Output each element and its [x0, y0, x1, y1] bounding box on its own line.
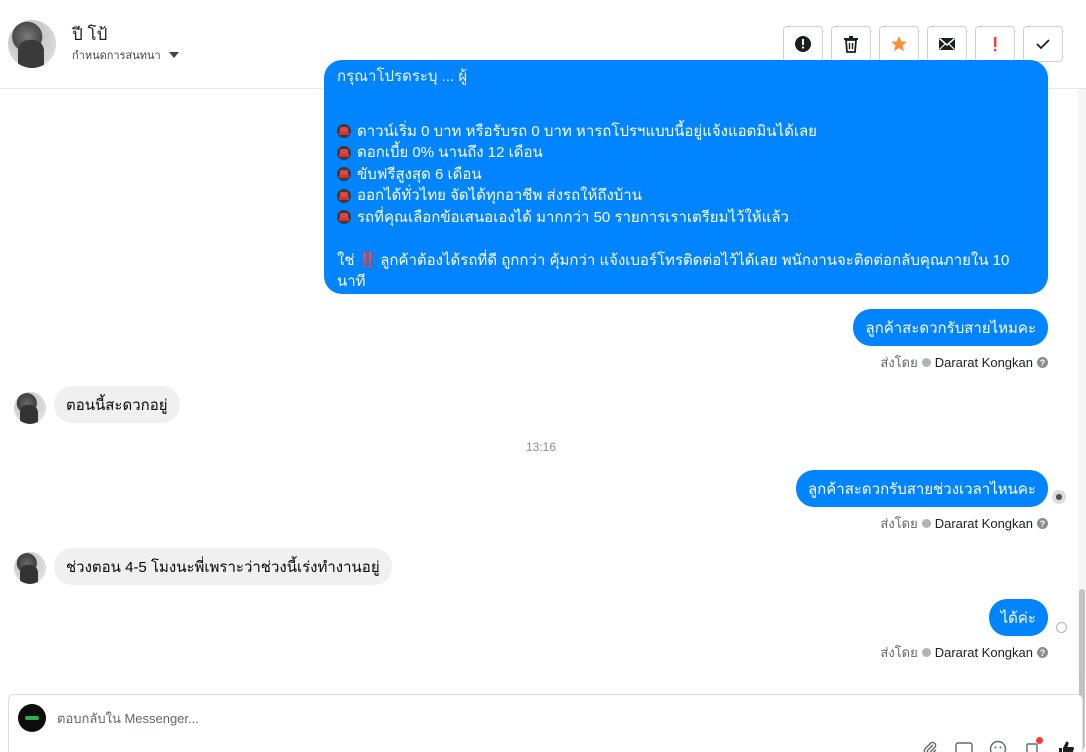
check-icon	[1036, 39, 1050, 50]
assign-conversation-dropdown[interactable]: กำหนดการสนทนา	[72, 46, 179, 64]
double-exclamation-icon: ‼️	[358, 251, 378, 269]
star-icon	[891, 36, 907, 52]
paperclip-icon[interactable]	[920, 739, 940, 752]
sent-status-icon	[1056, 622, 1067, 633]
notification-dot	[1036, 737, 1043, 744]
outgoing-message[interactable]: ลูกค้าสะดวกรับสายช่วงเวลาไหนคะ	[795, 470, 1048, 507]
contact-name[interactable]: ปี โป้	[72, 21, 107, 48]
verified-icon	[921, 519, 931, 528]
incoming-message[interactable]: ช่วงตอน 4-5 โมงนะพี่เพราะว่าช่วงนี้เร่งท…	[54, 548, 392, 585]
message-scrollbar[interactable]	[1078, 89, 1086, 749]
help-icon[interactable]: ?	[1037, 357, 1048, 368]
composer-actions	[920, 737, 1076, 752]
seen-avatar	[1052, 490, 1066, 504]
promo-bullet: ขับฟรีสูงสุด 6 เดือน	[337, 164, 1034, 186]
sent-by-info: ส่งโดย Dararat Kongkan ?	[880, 642, 1048, 663]
reply-input[interactable]	[57, 708, 857, 728]
promo-bullet: ออกได้ทั่วไทย จัดได้ทุกอาชีพ ส่งรถให้ถึง…	[337, 185, 1034, 207]
contact-avatar-small[interactable]	[14, 552, 46, 584]
promo-closing: ใช่ ‼️ ลูกค้าต้องได้รถที่ดี ถูกกว่า คุ้มกว…	[337, 250, 1034, 272]
sent-by-info: ส่งโดย Dararat Kongkan ?	[880, 513, 1048, 534]
sender-name[interactable]: Dararat Kongkan	[935, 355, 1033, 370]
message-timestamp: 13:16	[525, 440, 557, 454]
caret-down-icon	[168, 52, 179, 58]
alert-circle-icon	[795, 36, 811, 52]
car-icon	[337, 167, 351, 182]
car-icon	[337, 188, 351, 203]
car-icon	[337, 124, 351, 139]
outgoing-message[interactable]: ได้ค่ะ	[988, 599, 1048, 636]
verified-icon	[921, 358, 931, 367]
help-icon[interactable]: ?	[1037, 647, 1048, 658]
saved-reply-icon[interactable]	[1022, 737, 1043, 752]
emoji-icon[interactable]	[988, 739, 1008, 752]
promo-bullet: ดอกเบี้ย 0% นานถึง 12 เดือน	[337, 142, 1034, 164]
help-icon[interactable]: ?	[1037, 518, 1048, 529]
outgoing-message-promo[interactable]: กรุณาโปรดระบุ ... ผู้ ดาวน์เริ่ม 0 บาท ห…	[324, 60, 1048, 294]
car-icon	[337, 210, 351, 225]
contact-avatar-small[interactable]	[14, 392, 46, 424]
incoming-message[interactable]: ตอนนี้สะดวกอยู่	[54, 386, 180, 423]
mark-done-button[interactable]	[1023, 26, 1063, 62]
contact-avatar[interactable]	[8, 20, 56, 68]
reply-composer	[8, 694, 1083, 752]
car-icon	[337, 145, 351, 160]
promo-bullet: ดาวน์เริ่ม 0 บาท หรือรับรถ 0 บาท หารถโปร…	[337, 121, 1034, 143]
envelope-icon	[939, 37, 955, 50]
outgoing-message[interactable]: ลูกค้าสะดวกรับสายไหมคะ	[853, 309, 1048, 346]
star-button[interactable]	[879, 26, 919, 62]
page-avatar	[18, 704, 46, 732]
promo-bullet: รถที่คุณเลือกข้อเสนอเองได้ มากกว่า 50 รา…	[337, 207, 1034, 229]
assign-label: กำหนดการสนทนา	[72, 50, 161, 62]
promo-text: กรุณาโปรดระบุ ... ผู้ ดาวน์เริ่ม 0 บาท ห…	[337, 68, 1034, 293]
sender-name[interactable]: Dararat Kongkan	[935, 645, 1033, 660]
delete-button[interactable]	[831, 26, 871, 62]
sent-by-info: ส่งโดย Dararat Kongkan ?	[880, 352, 1048, 373]
sender-name[interactable]: Dararat Kongkan	[935, 516, 1033, 531]
truncated-line: กรุณาโปรดระบุ ... ผู้	[337, 68, 468, 85]
gif-icon[interactable]	[954, 739, 974, 752]
conversation-toolbar	[783, 26, 1063, 62]
mark-spam-button[interactable]	[783, 26, 823, 62]
mark-unread-button[interactable]	[927, 26, 967, 62]
thumbs-up-icon[interactable]	[1056, 739, 1076, 752]
verified-icon	[921, 648, 931, 657]
follow-up-button[interactable]	[975, 26, 1015, 62]
exclamation-icon	[994, 37, 997, 52]
promo-closing-line2: นาที	[337, 273, 366, 290]
trash-icon	[844, 36, 858, 53]
